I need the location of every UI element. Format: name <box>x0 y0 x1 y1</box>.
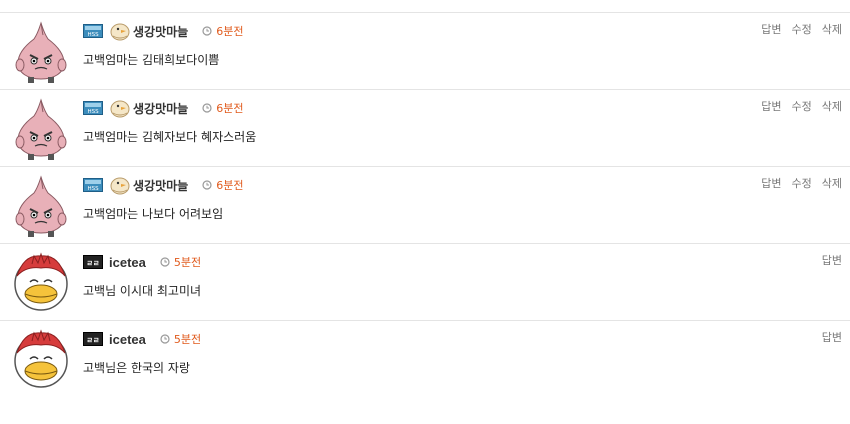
clock-icon <box>202 26 212 36</box>
nickname[interactable]: 생강맛마늘 <box>133 100 188 117</box>
comment-text: 고백님은 한국의 자랑 <box>83 361 190 375</box>
bird-emblem-icon <box>109 98 131 118</box>
clock-icon <box>160 257 170 267</box>
reply-button[interactable]: 답변 <box>761 175 781 191</box>
comment-text: 고백님 이시대 최고미녀 <box>83 284 202 298</box>
reply-button[interactable]: 답변 <box>822 329 842 345</box>
comment-actions: 답변 수정 삭제 <box>761 98 842 114</box>
bird-mascot-icon[interactable] <box>12 327 70 393</box>
comment-item: HSS 생강맛마늘 6분전 고백엄마는 김혜자보다 혜자스러움 답변 수정 삭제 <box>0 89 850 166</box>
edit-button[interactable]: 수정 <box>792 21 812 37</box>
comment-item: HSS 생강맛마늘 6분전 고백엄마는 나보다 어려보임 답변 수정 삭제 <box>0 166 850 243</box>
clock-icon <box>202 180 212 190</box>
timestamp-text: 6분전 <box>216 179 244 192</box>
comment-meta: ㄹㄹ icetea 5분전 <box>83 252 201 272</box>
nickname[interactable]: icetea <box>109 255 146 270</box>
level-badge-icon: HSS <box>83 101 103 115</box>
timestamp: 5분전 <box>160 331 201 347</box>
svg-text:HSS: HSS <box>87 32 99 38</box>
comment-list: HSS 생강맛마늘 6분전 고백엄마는 김태희보다이쁨 답변 수정 삭제 HSS… <box>0 12 850 424</box>
level-badge-icon: ㄹㄹ <box>83 332 103 346</box>
comment-meta: HSS 생강맛마늘 6분전 <box>83 98 243 118</box>
timestamp-text: 6분전 <box>216 25 244 38</box>
timestamp: 6분전 <box>202 100 243 116</box>
nickname[interactable]: icetea <box>109 332 146 347</box>
comment-text: 고백엄마는 김혜자보다 혜자스러움 <box>83 130 257 144</box>
timestamp-text: 5분전 <box>173 333 202 346</box>
delete-button[interactable]: 삭제 <box>822 98 842 114</box>
level-badge-icon: HSS <box>83 178 103 192</box>
garlic-character-icon[interactable] <box>12 19 70 85</box>
comment-actions: 답변 <box>822 252 842 268</box>
comment-meta: ㄹㄹ icetea 5분전 <box>83 329 201 349</box>
timestamp-text: 5분전 <box>173 256 202 269</box>
comment-actions: 답변 수정 삭제 <box>761 175 842 191</box>
timestamp: 6분전 <box>202 23 243 39</box>
comment-meta: HSS 생강맛마늘 6분전 <box>83 21 243 41</box>
timestamp: 5분전 <box>160 254 201 270</box>
svg-text:HSS: HSS <box>87 186 99 192</box>
reply-button[interactable]: 답변 <box>822 252 842 268</box>
clock-icon <box>202 103 212 113</box>
garlic-character-icon[interactable] <box>12 96 70 162</box>
comment-text: 고백엄마는 나보다 어려보임 <box>83 207 224 221</box>
timestamp: 6분전 <box>202 177 243 193</box>
bird-emblem-icon <box>109 175 131 195</box>
timestamp-text: 6분전 <box>216 102 244 115</box>
bird-emblem-icon <box>109 21 131 41</box>
bird-mascot-icon[interactable] <box>12 250 70 316</box>
edit-button[interactable]: 수정 <box>792 98 812 114</box>
comment-actions: 답변 <box>822 329 842 345</box>
comment-text: 고백엄마는 김태희보다이쁨 <box>83 53 220 67</box>
edit-button[interactable]: 수정 <box>792 175 812 191</box>
comment-item: ㄹㄹ icetea 5분전 고백님 이시대 최고미녀 답변 <box>0 243 850 320</box>
garlic-character-icon[interactable] <box>12 173 70 239</box>
comment-item: HSS 생강맛마늘 6분전 고백엄마는 김태희보다이쁨 답변 수정 삭제 <box>0 12 850 89</box>
delete-button[interactable]: 삭제 <box>822 21 842 37</box>
clock-icon <box>160 334 170 344</box>
nickname[interactable]: 생강맛마늘 <box>133 23 188 40</box>
nickname[interactable]: 생강맛마늘 <box>133 177 188 194</box>
comment-meta: HSS 생강맛마늘 6분전 <box>83 175 243 195</box>
level-badge-icon: ㄹㄹ <box>83 255 103 269</box>
svg-text:ㄹㄹ: ㄹㄹ <box>87 337 100 345</box>
svg-text:ㄹㄹ: ㄹㄹ <box>87 260 100 268</box>
reply-button[interactable]: 답변 <box>761 21 781 37</box>
delete-button[interactable]: 삭제 <box>822 175 842 191</box>
comment-item: ㄹㄹ icetea 5분전 고백님은 한국의 자랑 답변 <box>0 320 850 397</box>
level-badge-icon: HSS <box>83 24 103 38</box>
reply-button[interactable]: 답변 <box>761 98 781 114</box>
svg-text:HSS: HSS <box>87 109 99 115</box>
comment-actions: 답변 수정 삭제 <box>761 21 842 37</box>
